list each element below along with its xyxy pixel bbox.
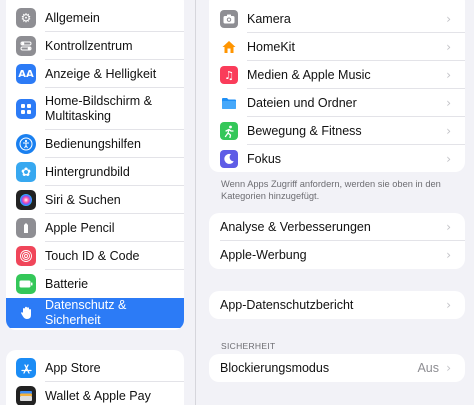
row-label: Bewegung & Fitness (247, 124, 362, 138)
settings-sidebar: ⚙ Allgemein Kontrollzentrum AA Anzeige &… (0, 0, 196, 405)
sidebar-item-label: Batterie (45, 276, 89, 291)
chevron-right-icon: › (446, 96, 451, 110)
chevron-right-icon: › (446, 220, 451, 234)
sidebar-item-label: Wallet & Apple Pay (45, 388, 151, 403)
siri-icon (16, 190, 36, 210)
sidebar-item-wallet[interactable]: Wallet & Apple Pay (6, 382, 184, 405)
fingerprint-icon (16, 246, 36, 266)
home-icon (220, 38, 238, 56)
chevron-right-icon: › (446, 40, 451, 54)
sidebar-item-apple-pencil[interactable]: Apple Pencil (6, 214, 184, 242)
row-label: Apple-Werbung (220, 248, 307, 262)
wallet-icon (16, 386, 36, 405)
sidebar-item-kontrollzentrum[interactable]: Kontrollzentrum (6, 32, 184, 60)
text-size-icon: AA (16, 64, 36, 84)
sidebar-item-batterie[interactable]: Batterie (6, 270, 184, 298)
section-header-sicherheit: SICHERHEIT (221, 341, 276, 351)
row-label: App-Datenschutzbericht (220, 298, 354, 312)
sidebar-item-label: Datenschutz & Sicherheit (45, 298, 127, 327)
sidebar-group-general: ⚙ Allgemein Kontrollzentrum AA Anzeige &… (6, 0, 184, 330)
gear-icon: ⚙ (16, 8, 36, 28)
sidebar-item-hintergrundbild[interactable]: ✿ Hintergrundbild (6, 158, 184, 186)
security-card: Blockierungsmodus Aus › (209, 354, 465, 382)
moon-icon (220, 150, 238, 168)
sidebar-item-label: Bedienungshilfen (45, 136, 141, 151)
row-label: HomeKit (247, 40, 295, 54)
row-label: Dateien und Ordner (247, 96, 357, 110)
chevron-right-icon: › (446, 68, 451, 82)
accessibility-icon (16, 134, 36, 154)
toggles-icon (16, 36, 36, 56)
row-fokus[interactable]: Fokus › (209, 145, 465, 172)
sidebar-item-label: Apple Pencil (45, 220, 115, 235)
sidebar-item-app-store[interactable]: App Store (6, 354, 184, 382)
row-kamera[interactable]: Kamera › (209, 5, 465, 33)
pencil-icon (16, 218, 36, 238)
hand-icon (16, 303, 36, 323)
row-app-datenschutzbericht[interactable]: App-Datenschutzbericht › (209, 291, 465, 319)
row-dateien[interactable]: Dateien und Ordner › (209, 89, 465, 117)
chevron-right-icon: › (446, 248, 451, 262)
folder-icon (220, 94, 238, 112)
row-label: Analyse & Verbesserungen (220, 220, 371, 234)
sidebar-group-store: App Store Wallet & Apple Pay (6, 350, 184, 405)
chevron-right-icon: › (446, 12, 451, 26)
sidebar-item-siri[interactable]: Siri & Suchen (6, 186, 184, 214)
row-bewegung[interactable]: Bewegung & Fitness › (209, 117, 465, 145)
row-label: Fokus (247, 152, 282, 166)
fitness-icon (220, 122, 238, 140)
sidebar-item-touch-id[interactable]: Touch ID & Code (6, 242, 184, 270)
sidebar-item-label: Siri & Suchen (45, 192, 121, 207)
sidebar-item-bedienungshilfen[interactable]: Bedienungshilfen (6, 130, 184, 158)
sidebar-item-label: Home-Bildschirm & (45, 94, 152, 108)
row-homekit[interactable]: HomeKit › (209, 33, 465, 61)
sidebar-item-label: Hintergrundbild (45, 164, 130, 179)
sidebar-item-anzeige[interactable]: AA Anzeige & Helligkeit (6, 60, 184, 88)
row-value: Aus (417, 361, 439, 375)
chevron-right-icon: › (446, 361, 451, 375)
row-medien[interactable]: ♫ Medien & Apple Music › (209, 61, 465, 89)
row-label: Blockierungsmodus (220, 361, 330, 375)
categories-footnote: Wenn Apps Zugriff anfordern, werden sie … (221, 179, 441, 201)
app-store-icon (16, 358, 36, 378)
wallpaper-icon: ✿ (16, 162, 36, 182)
sidebar-item-allgemein[interactable]: ⚙ Allgemein (6, 4, 184, 32)
privacy-detail-pane: Kamera › HomeKit › ♫ Medien & Apple Musi… (197, 0, 474, 405)
sidebar-item-home-bildschirm[interactable]: Home-Bildschirm & Multitasking (6, 88, 184, 130)
row-blockierungsmodus[interactable]: Blockierungsmodus Aus › (209, 354, 465, 382)
sidebar-item-datenschutz[interactable]: Datenschutz & Sicherheit (6, 298, 184, 328)
battery-icon (16, 274, 36, 294)
row-apple-werbung[interactable]: Apple-Werbung › (209, 241, 465, 269)
chevron-right-icon: › (446, 298, 451, 312)
sidebar-item-label: Kontrollzentrum (45, 38, 133, 53)
sidebar-item-label: Allgemein (45, 10, 100, 25)
music-icon: ♫ (220, 66, 238, 84)
sidebar-item-label: Anzeige & Helligkeit (45, 66, 157, 81)
chevron-right-icon: › (446, 124, 451, 138)
camera-icon (220, 10, 238, 28)
sidebar-item-label: App Store (45, 360, 101, 375)
row-label: Kamera (247, 12, 291, 26)
report-card: App-Datenschutzbericht › (209, 291, 465, 319)
analytics-card: Analyse & Verbesserungen › Apple-Werbung… (209, 213, 465, 269)
privacy-categories-card: Kamera › HomeKit › ♫ Medien & Apple Musi… (209, 0, 465, 172)
row-analyse[interactable]: Analyse & Verbesserungen › (209, 213, 465, 241)
home-grid-icon (16, 99, 36, 119)
chevron-right-icon: › (446, 152, 451, 166)
sidebar-item-label: Touch ID & Code (45, 248, 140, 263)
sidebar-item-label: Multitasking (45, 109, 111, 123)
row-label: Medien & Apple Music (247, 68, 371, 82)
